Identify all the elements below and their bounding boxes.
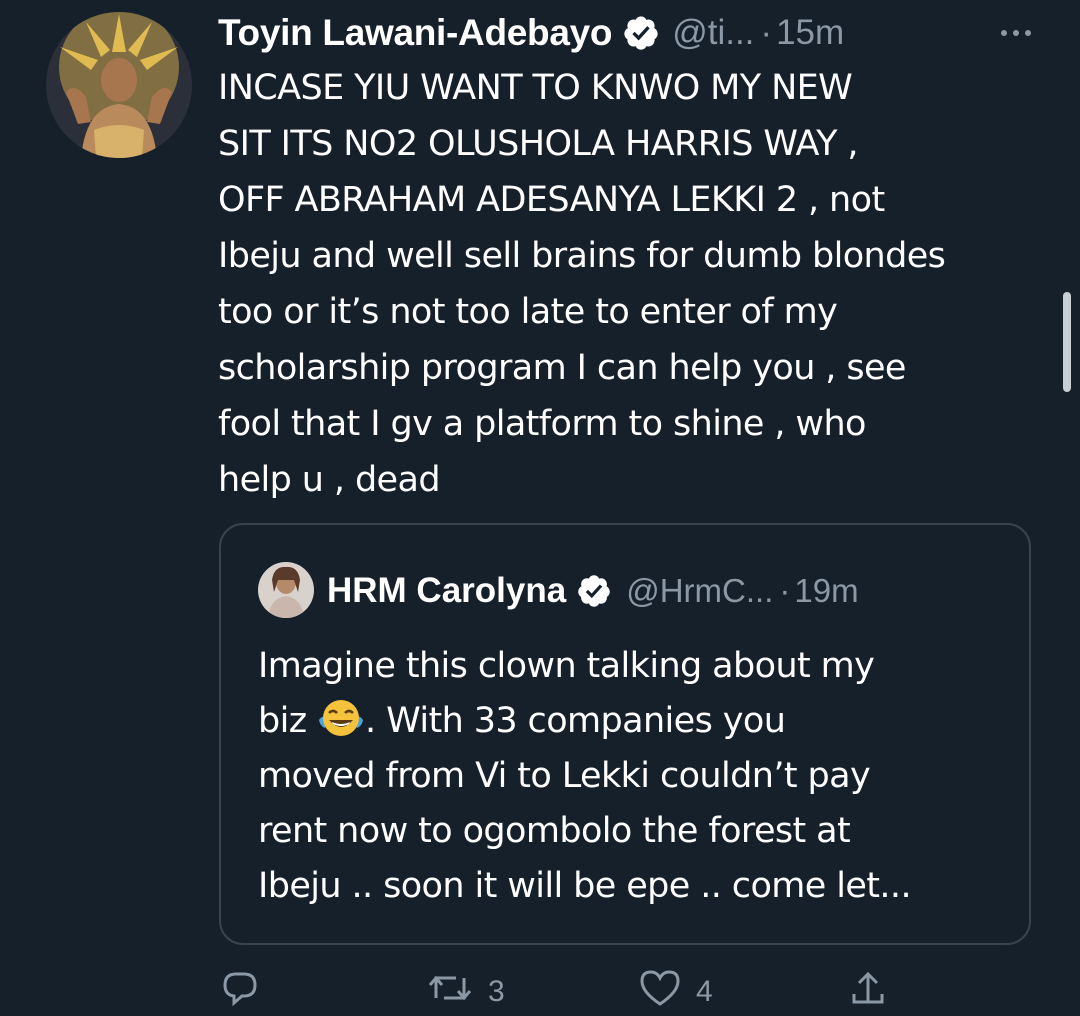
quoted-text-line: moved from Vi to Lekki couldn’t pay (258, 756, 871, 796)
retweet-count: 3 (488, 975, 505, 1008)
separator-dot: · (779, 572, 791, 609)
share-button[interactable] (848, 968, 902, 1016)
tweet-text-line: fool that I gv a platform to shine , who (218, 404, 866, 444)
like-button[interactable]: 4 (638, 968, 713, 1016)
tweet[interactable]: Toyin Lawani-Adebayo @ti... · 15m INCASE… (0, 0, 1080, 1008)
separator-dot: · (760, 13, 773, 52)
quoted-text-fragment: . With 33 companies you (365, 701, 786, 741)
avatar-image (46, 12, 192, 158)
tweet-text-line: SIT ITS NO2 OLUSHOLA HARRIS WAY , (218, 124, 859, 164)
author-avatar[interactable] (46, 12, 192, 158)
quoted-avatar-image (258, 562, 314, 618)
quoted-text-fragment: biz (258, 701, 318, 741)
more-options-icon[interactable] (988, 18, 1044, 48)
quoted-text-line: rent now to ogombolo the forest at (258, 811, 851, 851)
author-display-name[interactable]: Toyin Lawani-Adebayo (218, 12, 613, 54)
reply-button[interactable] (220, 968, 274, 1016)
reply-icon (220, 968, 260, 1016)
tweet-text: INCASE YIU WANT TO KNWO MY NEW SIT ITS N… (218, 60, 1058, 508)
quoted-timestamp[interactable]: 19m (794, 572, 858, 610)
scrollbar-thumb[interactable] (1063, 292, 1071, 392)
tweet-timestamp[interactable]: 15m (776, 13, 844, 53)
retweet-button[interactable]: 3 (426, 968, 505, 1016)
quoted-text-line: Imagine this clown talking about my (258, 646, 875, 686)
quoted-text-line: biz . With 33 companies you (258, 694, 1018, 749)
tweet-text-line: scholarship program I can help you , see (218, 348, 906, 388)
tweet-text-line: Ibeju and well sell brains for dumb blon… (218, 236, 946, 276)
quoted-tweet-header: HRM Carolyna @HrmC... · 19m (327, 569, 859, 613)
tweet-text-line: help u , dead (218, 460, 441, 500)
tweet-actions: 3 4 (218, 968, 918, 1008)
quoted-author-avatar[interactable] (258, 562, 314, 618)
tweet-text-line: INCASE YIU WANT TO KNWO MY NEW (218, 68, 853, 108)
heart-icon (638, 968, 682, 1016)
tweet-text-line: OFF ABRAHAM ADESANYA LEKKI 2 , not (218, 180, 885, 220)
author-handle[interactable]: @ti... (672, 13, 754, 53)
verified-badge-icon (622, 14, 660, 52)
quoted-tweet-text: Imagine this clown talking about my biz … (258, 639, 1018, 914)
retweet-icon (426, 968, 474, 1016)
quoted-tweet[interactable]: HRM Carolyna @HrmC... · 19m Imagine this… (219, 523, 1031, 945)
like-count: 4 (696, 975, 713, 1008)
quoted-display-name[interactable]: HRM Carolyna (327, 571, 566, 611)
tweet-header: Toyin Lawani-Adebayo @ti... · 15m (218, 8, 844, 58)
verified-badge-icon (576, 573, 612, 609)
tweet-text-line: too or it’s not too late to enter of my (218, 292, 838, 332)
quoted-text-line: Ibeju .. soon it will be epe .. come let… (258, 866, 912, 906)
share-icon (848, 968, 888, 1016)
quoted-handle[interactable]: @HrmC... (626, 572, 773, 610)
face-with-tears-of-joy-icon (317, 698, 365, 738)
